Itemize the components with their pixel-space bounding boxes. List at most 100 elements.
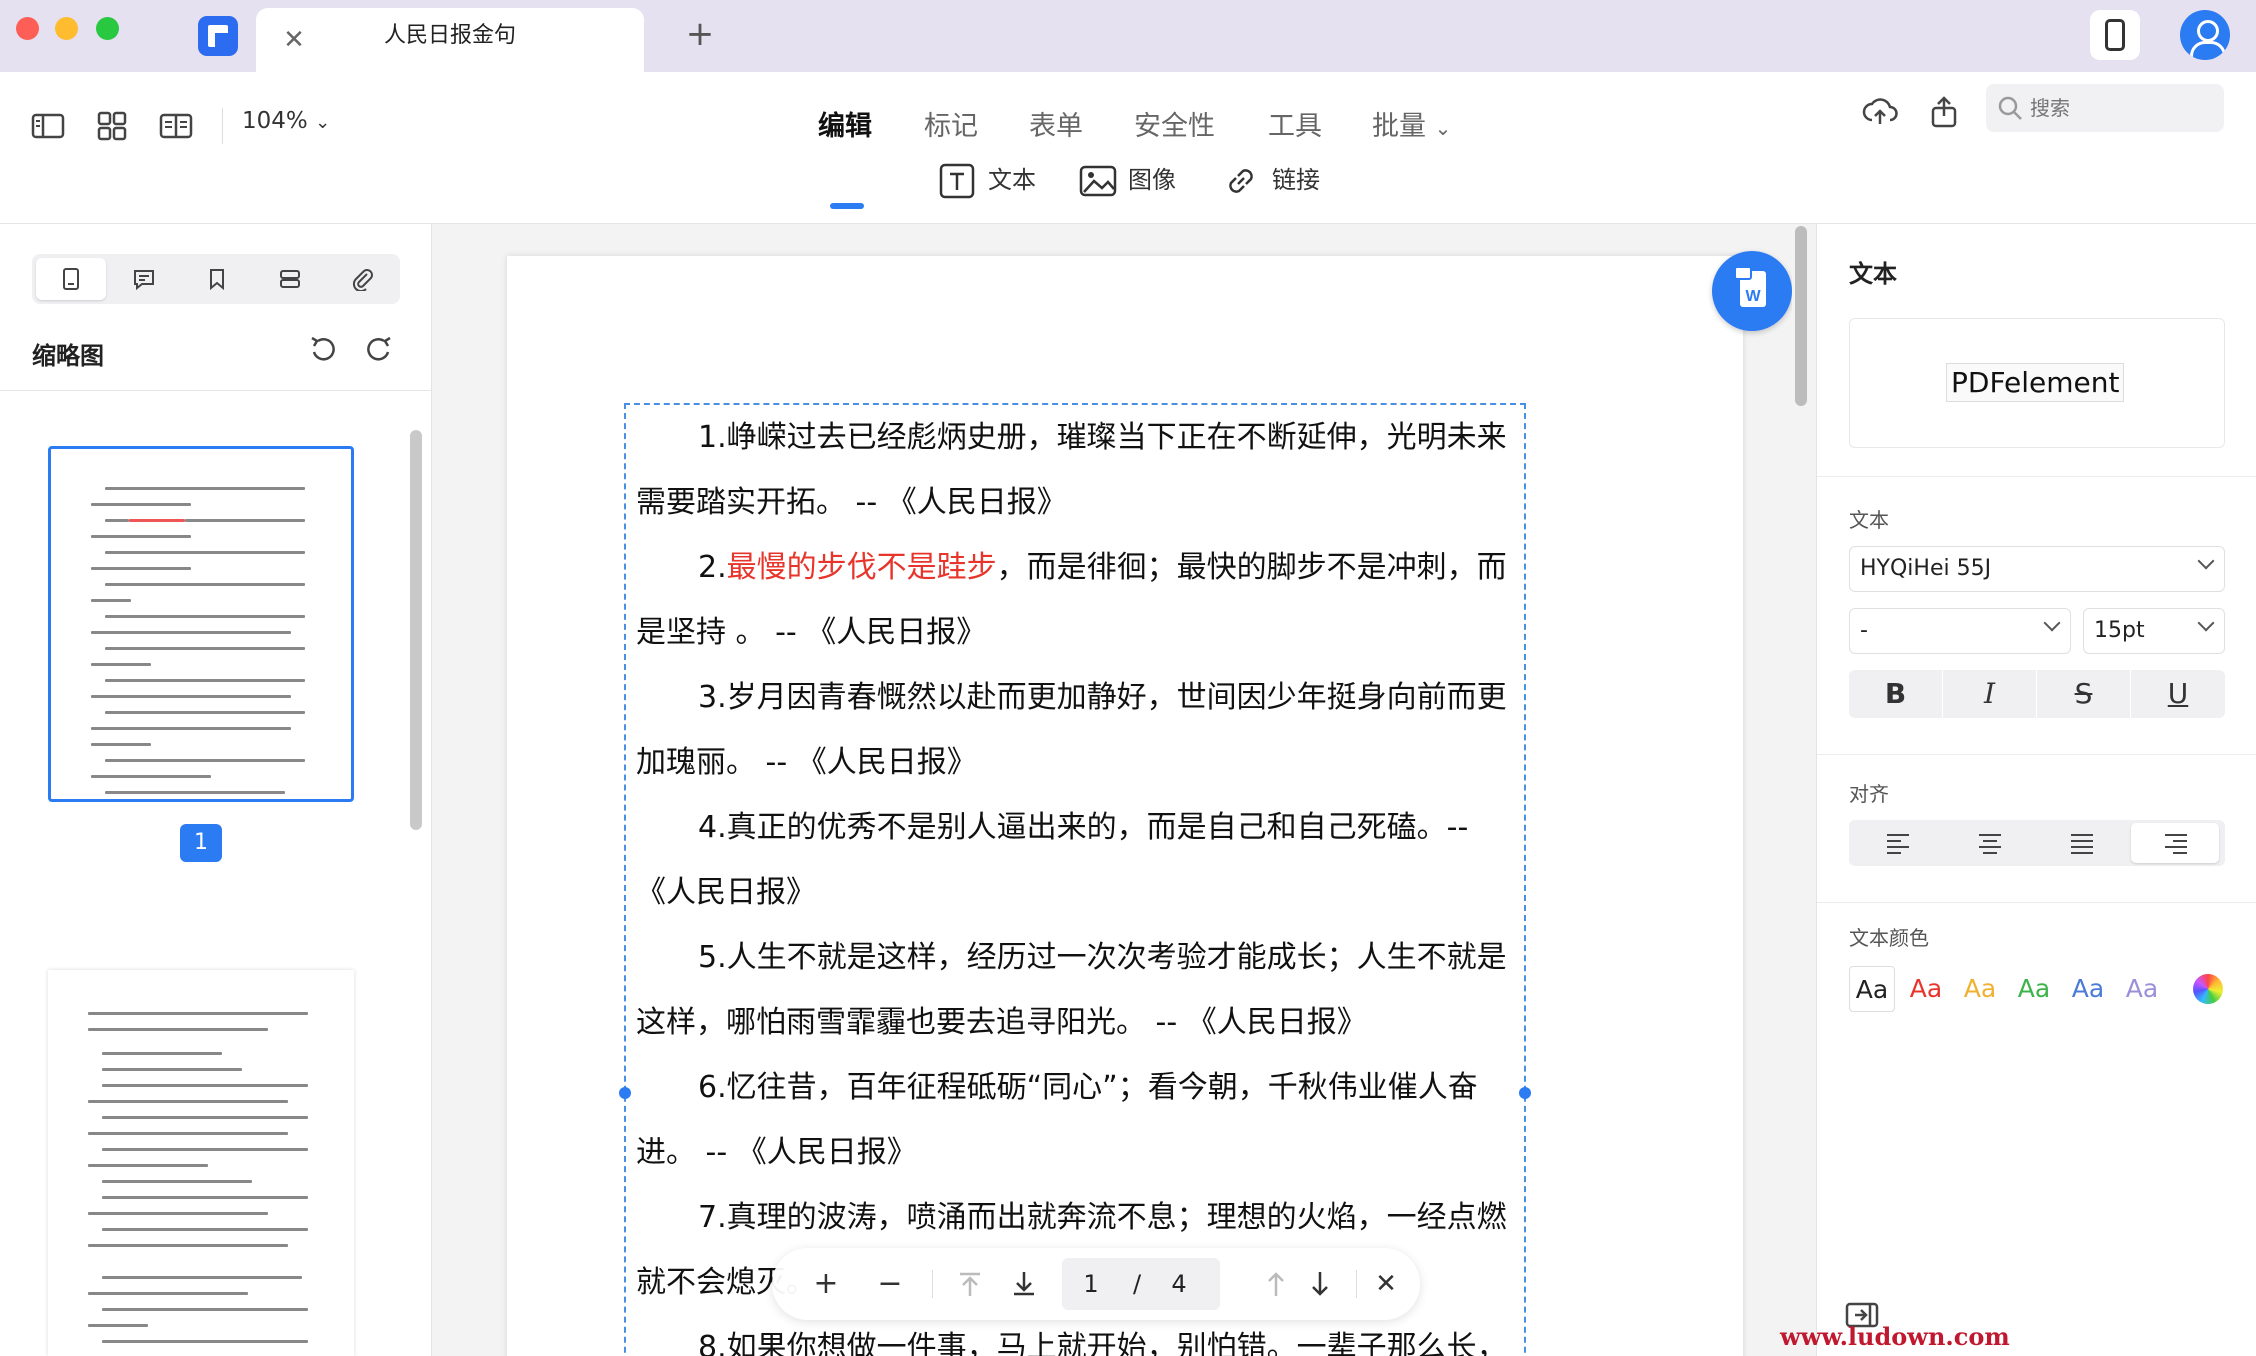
color-swatch[interactable]: Aa: [1957, 966, 2003, 1012]
tab-layers[interactable]: [255, 258, 325, 300]
add-image-tool[interactable]: 图像: [1078, 160, 1198, 200]
tab-bookmarks[interactable]: [182, 258, 252, 300]
page-thumbnail-2[interactable]: [48, 970, 354, 1356]
chevron-down-icon: [2197, 614, 2215, 632]
paragraph: 8.如果你想做一件事，马上就开始，别怕错。一辈子那么长，: [636, 1315, 1516, 1356]
bold-button[interactable]: B: [1849, 670, 1943, 718]
paragraph-text: 1.峥嵘过去已经彪炳史册，璀璨当下正在不断延伸，光明未来需要踏实开拓。 -- 《…: [636, 420, 1507, 520]
tab-batch[interactable]: 批量 ⌄: [1372, 104, 1451, 143]
share-icon[interactable]: [1924, 92, 1964, 132]
sidebar-toggle-icon[interactable]: [28, 106, 68, 146]
document-tab[interactable]: 人民日报金句 ✕: [256, 8, 644, 72]
search-box[interactable]: [1986, 84, 2224, 132]
paragraph-text: 8.如果你想做一件事，马上就开始，别怕错。一辈子那么长，: [698, 1330, 1507, 1356]
color-swatch[interactable]: Aa: [2119, 966, 2165, 1012]
window-maximize-button[interactable]: [96, 17, 119, 40]
underline-button[interactable]: U: [2131, 670, 2225, 718]
attachment-icon: [352, 269, 373, 291]
link-icon: [1229, 169, 1253, 193]
chevron-down-icon: ⌄: [315, 112, 331, 133]
app-logo-icon[interactable]: [198, 16, 238, 56]
tab-close-button[interactable]: ✕: [274, 20, 314, 60]
tab-security[interactable]: 安全性: [1134, 104, 1215, 143]
tab-thumbnails[interactable]: [36, 258, 106, 300]
italic-button[interactable]: I: [1943, 670, 2037, 718]
paragraph: 6.忆往昔，百年征程砥砺“同心”；看今朝，千秋伟业催人奋进。 -- 《人民日报》: [636, 1055, 1516, 1185]
align-right-icon[interactable]: [2131, 823, 2219, 863]
font-size-select[interactable]: 15pt: [2083, 608, 2225, 654]
tab-markup[interactable]: 标记: [924, 104, 978, 143]
font-style-select[interactable]: -: [1849, 608, 2071, 654]
first-page-icon[interactable]: [952, 1266, 988, 1302]
last-page-icon[interactable]: [1006, 1266, 1042, 1302]
align-center-icon[interactable]: [1945, 823, 2033, 863]
page-thumbnail-1[interactable]: [48, 446, 354, 802]
chevron-down-icon: [2197, 552, 2215, 570]
alignment-group: [1849, 820, 2225, 866]
align-justify-icon[interactable]: [2037, 823, 2125, 863]
font-style-value: -: [1860, 618, 1868, 643]
align-left-icon[interactable]: [1853, 823, 1941, 863]
tab-attachments[interactable]: [328, 258, 398, 300]
resize-handle-left[interactable]: [619, 1087, 631, 1099]
previous-page-icon[interactable]: [1258, 1266, 1294, 1302]
font-preview: PDFelement: [1849, 318, 2225, 448]
window-close-button[interactable]: [16, 17, 39, 40]
mobile-device-button[interactable]: [2090, 10, 2140, 60]
sidebar-divider: [0, 390, 432, 391]
page-number-badge: 1: [180, 824, 222, 862]
new-tab-button[interactable]: +: [680, 14, 720, 54]
page-separator: /: [1132, 1270, 1142, 1298]
sidebar-scrollbar[interactable]: [410, 430, 422, 830]
reading-mode-icon[interactable]: [156, 106, 196, 146]
zoom-out-button[interactable]: −: [872, 1266, 908, 1302]
comment-icon: [134, 270, 154, 291]
rotate-right-icon[interactable]: [362, 332, 396, 366]
tab-edit[interactable]: 编辑: [818, 104, 872, 143]
color-swatch[interactable]: Aa: [2065, 966, 2111, 1012]
user-avatar[interactable]: [2180, 10, 2230, 60]
properties-panel: 文本 PDFelement 文本 HYQiHei 55J - 15pt B I …: [1816, 224, 2256, 1356]
sidebar-tab-bar: [32, 254, 400, 304]
current-page-input[interactable]: 1: [1062, 1258, 1120, 1310]
font-family-select[interactable]: HYQiHei 55J: [1849, 546, 2225, 592]
font-preview-text: PDFelement: [1946, 363, 2125, 402]
tab-comments[interactable]: [109, 258, 179, 300]
convert-to-word-button[interactable]: W: [1712, 251, 1792, 331]
paragraph-text: 2.: [698, 550, 727, 585]
zoom-in-button[interactable]: +: [808, 1266, 844, 1302]
color-picker-icon[interactable]: [2193, 974, 2223, 1004]
next-page-icon[interactable]: [1302, 1266, 1338, 1302]
page-number-field[interactable]: 1 / 4: [1062, 1258, 1220, 1310]
font-family-value: HYQiHei 55J: [1860, 556, 1992, 581]
add-text-tool[interactable]: 文本: [938, 160, 1058, 200]
strikethrough-button[interactable]: S: [2037, 670, 2131, 718]
font-size-value: 15pt: [2094, 618, 2145, 643]
search-input[interactable]: [2030, 92, 2210, 124]
phone-icon: [2105, 19, 2125, 51]
color-swatch[interactable]: Aa: [1903, 966, 1949, 1012]
canvas-scrollbar[interactable]: [1792, 224, 1810, 1356]
zoom-select[interactable]: 104% ⌄: [242, 108, 330, 134]
image-tool-icon: [1079, 165, 1117, 197]
rotate-left-icon[interactable]: [306, 332, 340, 366]
tab-form[interactable]: 表单: [1029, 104, 1083, 143]
grid-view-icon[interactable]: [92, 106, 132, 146]
paragraph: 3.岁月因青春慨然以赴而更加静好，世间因少年挺身向前而更加瑰丽。 -- 《人民日…: [636, 665, 1516, 795]
tab-tools[interactable]: 工具: [1268, 104, 1322, 143]
chevron-down-icon: [2043, 614, 2061, 632]
paragraph-text: 5.人生不就是这样，经历过一次次考验才能成长；人生不就是这样，哪怕雨雪霏霾也要去…: [636, 940, 1507, 1040]
close-nav-button[interactable]: ✕: [1368, 1266, 1404, 1302]
color-swatch[interactable]: Aa: [1849, 966, 1895, 1012]
tab-title: 人民日报金句: [383, 23, 516, 48]
add-link-tool[interactable]: 链接: [1222, 160, 1342, 200]
nav-divider: [932, 1270, 933, 1298]
text-color-label: 文本颜色: [1849, 926, 1929, 950]
window-minimize-button[interactable]: [55, 17, 78, 40]
resize-handle-right[interactable]: [1519, 1087, 1531, 1099]
cloud-upload-icon[interactable]: [1860, 92, 1900, 132]
color-swatch[interactable]: Aa: [2011, 966, 2057, 1012]
editable-text-box[interactable]: 1.峥嵘过去已经彪炳史册，璀璨当下正在不断延伸，光明未来需要踏实开拓。 -- 《…: [619, 403, 1531, 1356]
toolbar: 104% ⌄ 编辑 标记 表单 安全性 工具 批量 ⌄ 文本 图像 链接: [0, 72, 2256, 224]
properties-title: 文本: [1849, 260, 1897, 288]
